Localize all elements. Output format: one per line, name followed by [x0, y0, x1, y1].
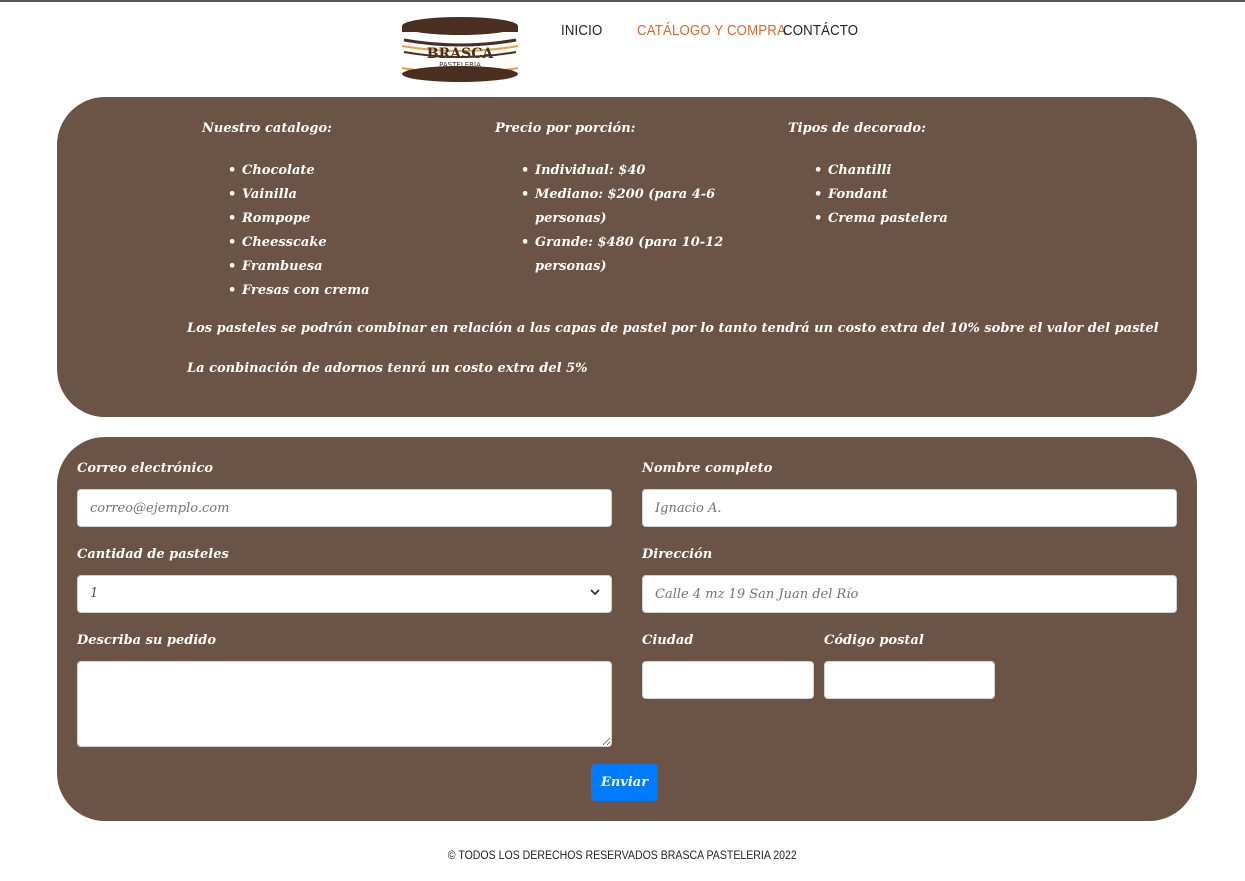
quantity-select[interactable]: 1 [77, 575, 612, 613]
quantity-label: Cantidad de pasteles [77, 547, 229, 562]
list-item: Fresas con crema [228, 279, 452, 303]
catalog-title: Nuestro catalogo: [202, 121, 332, 136]
city-label: Ciudad [642, 633, 694, 648]
catalog-list: Chocolate Vainilla Rompope Cheesscake Fr… [202, 159, 452, 303]
zip-field[interactable] [824, 661, 995, 699]
full-name-field[interactable] [642, 489, 1177, 527]
nav-inicio[interactable]: INICIO [561, 22, 602, 39]
list-item: Crema pastelera [814, 207, 1038, 231]
cake-logo-icon: BRASCA PASTELERIA [401, 17, 519, 82]
email-field[interactable] [77, 489, 612, 527]
zip-label: Código postal [824, 633, 924, 648]
submit-button[interactable]: Enviar [591, 764, 658, 801]
email-label: Correo electrónico [77, 461, 214, 476]
order-form: Correo electrónico Nombre completo Canti… [57, 437, 1197, 821]
decor-list: Chantilli Fondant Crema pastelera [788, 159, 1038, 231]
city-field[interactable] [642, 661, 814, 699]
logo-brand: BRASCA [427, 46, 495, 62]
info-panel: Nuestro catalogo: Chocolate Vainilla Rom… [57, 97, 1197, 417]
list-item: Fondant [814, 183, 1038, 207]
quantity-select-wrap: 1 [77, 575, 612, 613]
brasca-logo[interactable]: BRASCA PASTELERIA [398, 16, 522, 84]
site-header: BRASCA PASTELERIA INICIO CATÁLOGO Y COMP… [0, 2, 1245, 90]
list-item: Chantilli [814, 159, 1038, 183]
prices-column: Precio por porción: Individual: $40 Medi… [495, 119, 745, 279]
decor-column: Tipos de decorado: Chantilli Fondant Cre… [788, 119, 1038, 231]
list-item: Frambuesa [228, 255, 452, 279]
decor-note: La conbinación de adornos tenrá un costo… [187, 361, 588, 376]
list-item: Cheesscake [228, 231, 452, 255]
address-label: Dirección [642, 547, 713, 562]
footer: © TODOS LOS DERECHOS RESERVADOS BRASCA P… [0, 848, 1245, 862]
address-field[interactable] [642, 575, 1177, 613]
name-label: Nombre completo [642, 461, 773, 476]
list-item: Individual: $40 [521, 159, 725, 183]
nav-catalogo-compra[interactable]: CATÁLOGO Y COMPRA [637, 22, 786, 39]
list-item: Vainilla [228, 183, 452, 207]
list-item: Rompope [228, 207, 452, 231]
description-label: Describa su pedido [77, 633, 217, 648]
list-item: Mediano: $200 (para 4-6 personas) [521, 183, 725, 231]
prices-list: Individual: $40 Mediano: $200 (para 4-6 … [495, 159, 745, 279]
nav-contacto[interactable]: CONTÁCTO [783, 22, 858, 39]
logo-sub: PASTELERIA [439, 61, 481, 69]
layers-note: Los pasteles se podrán combinar en relac… [187, 321, 1159, 336]
copyright-text: © TODOS LOS DERECHOS RESERVADOS BRASCA P… [448, 848, 797, 862]
catalog-column: Nuestro catalogo: Chocolate Vainilla Rom… [202, 119, 452, 303]
list-item: Chocolate [228, 159, 452, 183]
decor-title: Tipos de decorado: [788, 121, 926, 136]
list-item: Grande: $480 (para 10-12 personas) [521, 231, 725, 279]
prices-title: Precio por porción: [495, 121, 636, 136]
order-description-textarea[interactable] [77, 661, 612, 747]
